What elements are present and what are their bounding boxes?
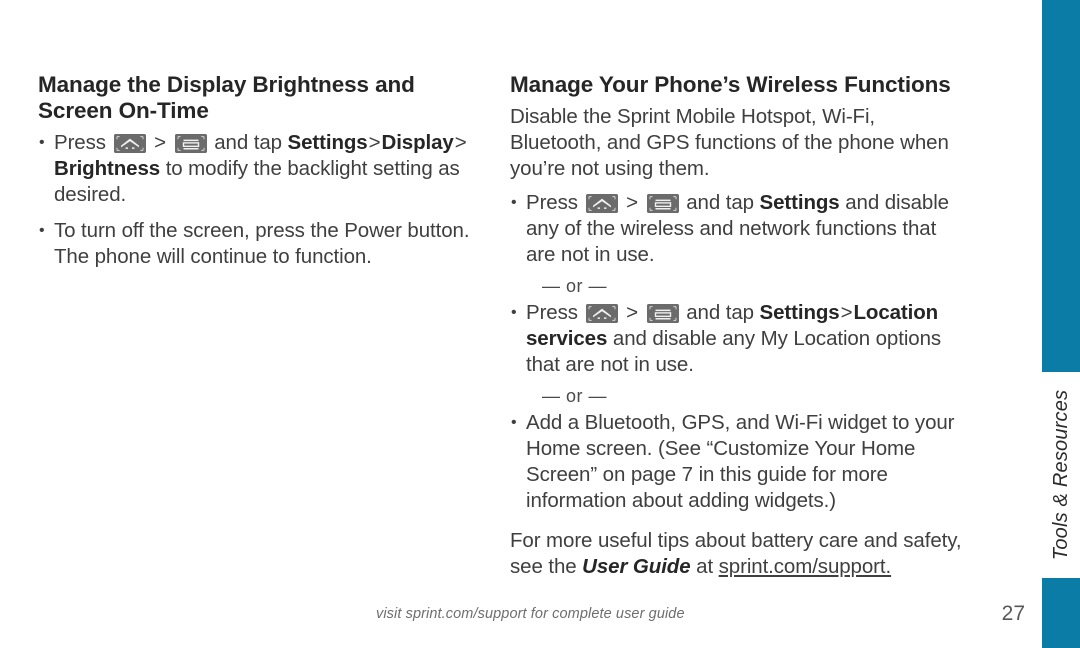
right-section-title: Manage Your Phone’s Wireless Functions	[510, 72, 951, 97]
settings-menu-label: Settings	[287, 131, 368, 154]
brightness-menu-label: Brightness	[54, 157, 161, 180]
bullet-brightness: Press >	[38, 130, 490, 208]
press-label: Press	[526, 191, 578, 214]
left-bullet-list: Press >	[38, 130, 490, 270]
right-bullet-list: Press >	[510, 190, 962, 514]
right-column: Manage Your Phone’s Wireless Functions D…	[510, 72, 962, 580]
left-section-title: Manage the Display Brightness and Screen…	[38, 72, 415, 123]
left-column: Manage the Display Brightness and Screen…	[38, 72, 490, 280]
side-tab-bar-bottom	[1042, 578, 1080, 648]
and-tap-label: and tap	[686, 191, 754, 214]
sprint-support-link[interactable]: sprint.com/support.	[719, 555, 892, 578]
at-word: at	[696, 555, 714, 578]
or-separator-1: — or —	[542, 276, 608, 296]
home-key-icon	[585, 304, 618, 323]
manual-page: Manage the Display Brightness and Screen…	[0, 0, 1080, 648]
chevron-separator-1: >	[154, 131, 166, 154]
widget-bullet-text: Add a Bluetooth, GPS, and Wi-Fi widget t…	[526, 411, 955, 512]
chevron-separator-2: >	[368, 131, 381, 154]
side-tab-label: Tools & Resources	[1049, 389, 1072, 561]
press-label: Press	[526, 301, 578, 324]
page-footer: visit sprint.com/support for complete us…	[0, 602, 1042, 636]
chevron-separator-1: >	[626, 191, 638, 214]
or-separator-2: — or —	[542, 386, 608, 406]
section-side-tab: Tools & Resources	[1042, 0, 1080, 648]
home-key-icon	[585, 194, 618, 213]
press-label: Press	[54, 131, 106, 154]
page-number: 27	[1001, 602, 1025, 625]
and-tap-label: and tap	[686, 301, 754, 324]
settings-menu-label: Settings	[759, 191, 840, 214]
menu-key-icon	[646, 304, 679, 323]
menu-key-icon	[174, 134, 207, 153]
home-key-icon	[113, 134, 146, 153]
closing-paragraph: For more useful tips about battery care …	[510, 528, 962, 580]
bullet-settings-disable: Press >	[510, 190, 962, 268]
bullet-location-services: Press >	[510, 300, 962, 378]
and-tap-label: and tap	[214, 131, 282, 154]
power-bullet-text: To turn off the screen, press the Power …	[54, 219, 470, 268]
settings-menu-label: Settings	[759, 301, 840, 324]
side-tab-bar-top	[1042, 0, 1080, 372]
menu-key-icon	[646, 194, 679, 213]
chevron-separator-2: >	[840, 301, 853, 324]
chevron-separator-1: >	[626, 301, 638, 324]
right-intro-paragraph: Disable the Sprint Mobile Hotspot, Wi-Fi…	[510, 105, 949, 180]
bullet-power-button: To turn off the screen, press the Power …	[38, 218, 490, 270]
display-menu-label: Display	[381, 131, 454, 154]
bullet-add-widget: Add a Bluetooth, GPS, and Wi-Fi widget t…	[510, 410, 962, 514]
chevron-separator-3: >	[454, 131, 467, 154]
user-guide-title: User Guide	[582, 555, 691, 578]
footer-note: visit sprint.com/support for complete us…	[376, 606, 685, 622]
